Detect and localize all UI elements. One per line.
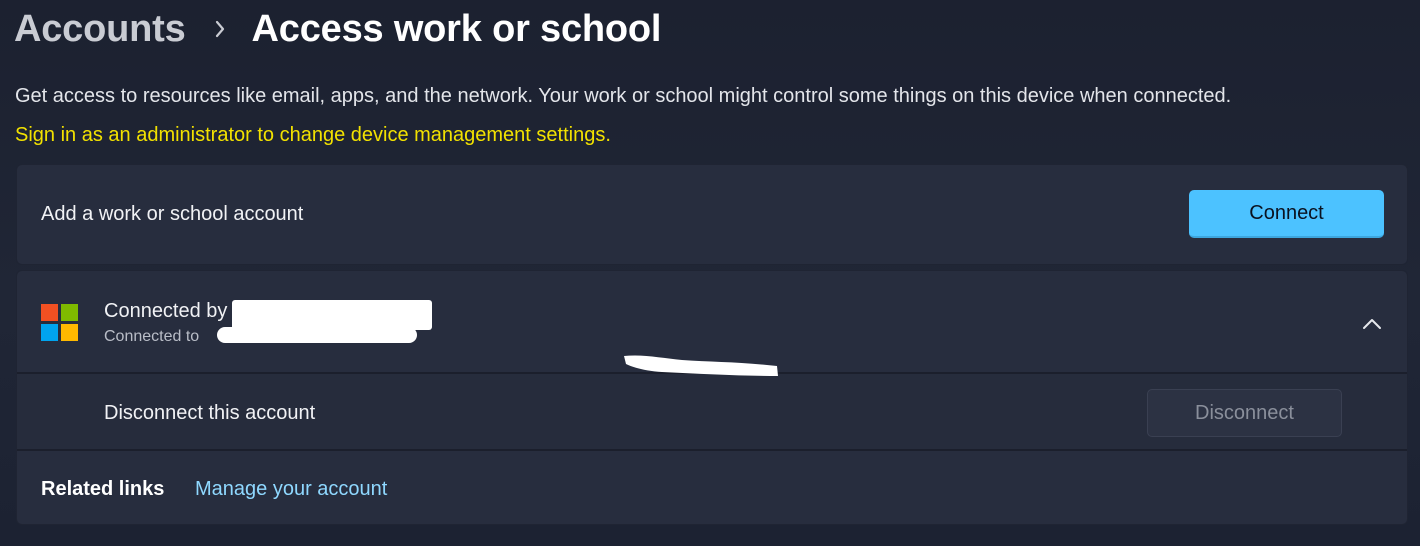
add-account-card: Add a work or school account Connect xyxy=(16,164,1408,265)
breadcrumb-accounts-link[interactable]: Accounts xyxy=(14,8,186,51)
chevron-right-icon xyxy=(200,19,240,39)
page-title: Access work or school xyxy=(251,7,662,50)
disconnect-row: Disconnect this account Disconnect xyxy=(17,374,1407,451)
manage-account-link[interactable]: Manage your account xyxy=(195,478,387,501)
add-account-label: Add a work or school account xyxy=(41,203,304,225)
connected-account-title: Connected by xyxy=(104,300,228,322)
redaction-mark xyxy=(624,355,778,376)
connected-account-card: Connected by Connected to Disconnect thi… xyxy=(16,270,1408,525)
disconnect-label: Disconnect this account xyxy=(104,402,316,424)
related-links-label: Related links xyxy=(41,478,165,500)
microsoft-logo-icon xyxy=(41,304,78,341)
admin-warning-text: Sign in as an administrator to change de… xyxy=(15,124,611,146)
breadcrumb: Accounts Access work or school xyxy=(14,2,661,56)
redaction-mark xyxy=(232,300,432,330)
redaction-mark xyxy=(217,327,417,343)
chevron-up-icon[interactable] xyxy=(1357,309,1387,339)
page-description: Get access to resources like email, apps… xyxy=(15,85,1232,107)
connected-account-subtitle: Connected to xyxy=(104,328,200,345)
connect-button[interactable]: Connect xyxy=(1189,190,1384,238)
disconnect-button[interactable]: Disconnect xyxy=(1147,389,1342,437)
